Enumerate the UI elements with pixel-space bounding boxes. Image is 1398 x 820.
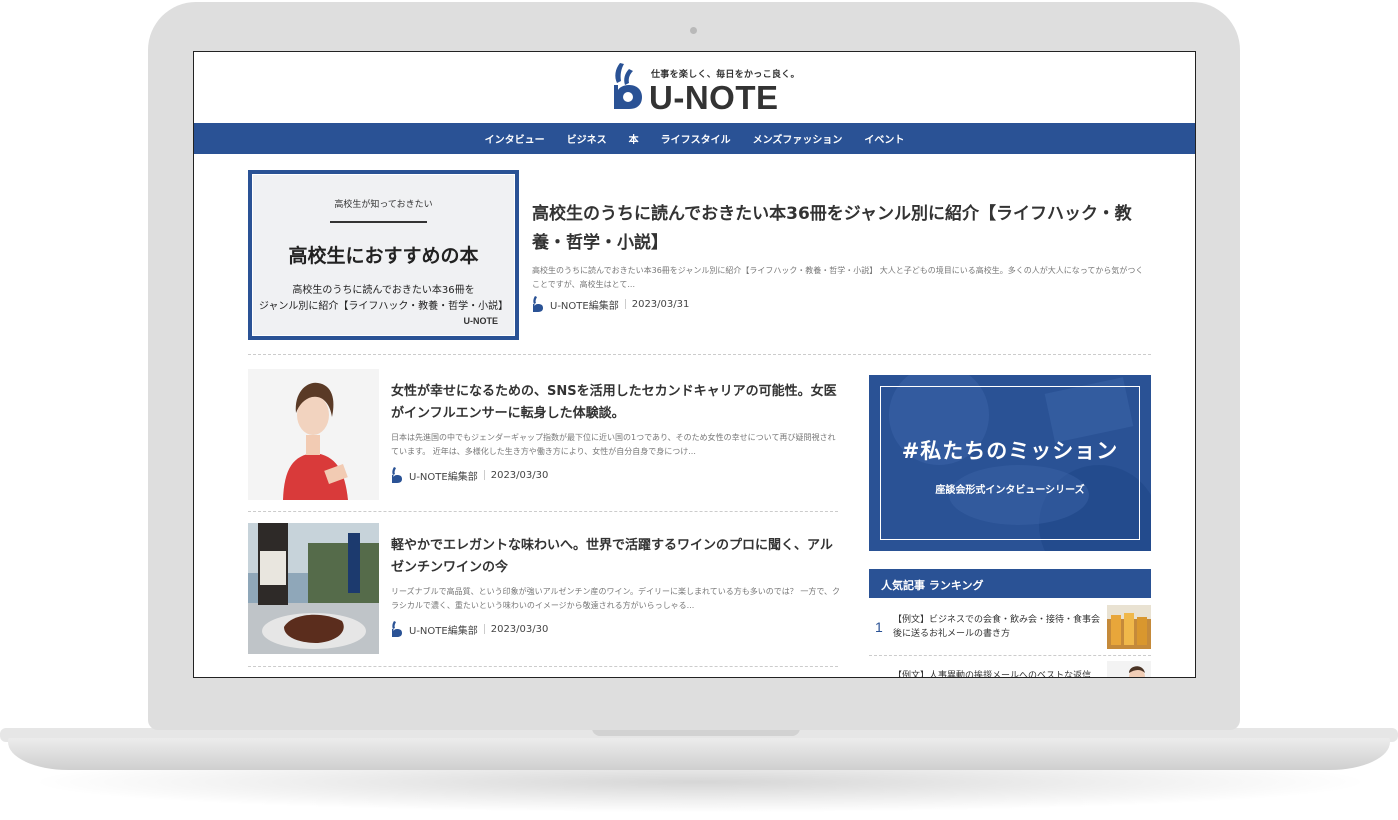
site-header: 仕事を楽しく、毎日をかっこ良く。 U-NOTE [194, 52, 1195, 123]
nav-item-books[interactable]: 本 [629, 131, 639, 146]
ranking-thumbnail[interactable] [1107, 661, 1151, 677]
ranking-item[interactable]: 1 【例文】ビジネスでの会食・飲み会・接待・食事会後に送るお礼メールの書き方 [869, 605, 1151, 653]
author-logo-icon [392, 621, 402, 637]
site-logo[interactable]: 仕事を楽しく、毎日をかっこ良く。 U-NOTE [611, 61, 800, 116]
rabbit-logo-icon [614, 63, 642, 109]
article-title[interactable]: 軽やかでエレガントな味わいへ。世界で活躍するワインのプロに聞く、アルゼンチンワイ… [391, 535, 841, 579]
article-card[interactable]: 軽やかでエレガントな味わいへ。世界で活躍するワインのプロに聞く、アルゼンチンワイ… [248, 523, 841, 654]
article-excerpt: リーズナブルで高品質、という印象が強いアルゼンチン産のワイン。デイリーに楽しまれ… [391, 587, 841, 610]
author-name[interactable]: U-NOTE編集部 [409, 468, 478, 483]
site-name: U-NOTE [649, 79, 779, 116]
ranking-number: 2 [875, 675, 883, 677]
article-title[interactable]: 女性が幸せになるための、SNSを活用したセカンドキャリアの可能性。女医がインフル… [391, 381, 841, 425]
ranking-title[interactable]: 【例文】人事異動の挨拶メールへのベストな返信 [893, 669, 1101, 677]
thumb-headline: 高校生におすすめの本 [288, 245, 479, 267]
nav-item-interview[interactable]: インタビュー [485, 131, 545, 146]
laptop-base [8, 738, 1390, 770]
author-logo-icon [392, 467, 402, 483]
meta-separator [624, 299, 626, 309]
thumb-logo: U-NOTE [463, 316, 499, 326]
article-thumbnail[interactable] [248, 523, 379, 654]
meta-separator [483, 624, 485, 634]
ranking-item[interactable]: 2 【例文】人事異動の挨拶メールへのベストな返信 [869, 661, 1151, 677]
nav-item-lifestyle[interactable]: ライフスタイル [661, 131, 731, 146]
beer-glasses-photo [1107, 605, 1151, 649]
stage: 仕事を楽しく、毎日をかっこ良く。 U-NOTE インタビュー ビジネス 本 ライ… [0, 0, 1398, 820]
nav-item-business[interactable]: ビジネス [567, 131, 607, 146]
divider [248, 354, 1151, 355]
author-name[interactable]: U-NOTE編集部 [409, 622, 478, 637]
post-date: 2023/03/30 [490, 623, 549, 635]
divider [248, 666, 838, 667]
thumb-subline-1: 高校生のうちに読んでおきたい本36冊を [292, 285, 475, 296]
wine-and-steak-photo [248, 523, 379, 654]
thumb-subline-2: ジャンル別に紹介【ライフハック・教養・哲学・小説】 [258, 301, 509, 312]
post-date: 2023/03/31 [631, 298, 690, 310]
thumb-kicker: 高校生が知っておきたい [334, 200, 433, 210]
camera-icon [690, 27, 697, 34]
woman-portrait-photo [248, 369, 379, 500]
featured-title[interactable]: 高校生のうちに読んでおきたい本36冊をジャンル別に紹介【ライフハック・教養・哲学… [532, 200, 1142, 258]
post-date: 2023/03/30 [490, 469, 549, 481]
nav-item-events[interactable]: イベント [864, 131, 904, 146]
article-meta: U-NOTE編集部 2023/03/30 [391, 467, 548, 483]
nav-item-mens-fashion[interactable]: メンズファッション [753, 131, 843, 146]
thumb-divider [330, 221, 427, 223]
ranking-heading: 人気記事 ランキング [869, 569, 1151, 598]
banner-title: #私たちのミッション [901, 439, 1119, 463]
featured-thumbnail[interactable]: 高校生が知っておきたい 高校生におすすめの本 高校生のうちに読んでおきたい本36… [248, 170, 519, 340]
article-meta: U-NOTE編集部 2023/03/30 [391, 621, 548, 637]
featured-excerpt: 高校生のうちに読んでおきたい本36冊をジャンル別に紹介【ライフハック・教養・哲学… [532, 266, 1144, 289]
author-name[interactable]: U-NOTE編集部 [550, 297, 619, 312]
featured-thumbnail-card: 高校生が知っておきたい 高校生におすすめの本 高校生のうちに読んでおきたい本36… [252, 174, 515, 336]
author-logo-icon [533, 296, 543, 312]
featured-meta: U-NOTE編集部 2023/03/31 [532, 296, 689, 312]
article-excerpt: 日本は先進国の中でもジェンダーギャップ指数が最下位に近い国の1つであり、そのため… [391, 433, 836, 456]
main-nav: インタビュー ビジネス 本 ライフスタイル メンズファッション イベント [194, 123, 1195, 154]
ranking-title[interactable]: 【例文】ビジネスでの会食・飲み会・接待・食事会後に送るお礼メールの書き方 [893, 613, 1101, 641]
mission-banner[interactable]: #私たちのミッション 座談会形式インタビューシリーズ [869, 375, 1151, 551]
person-photo [1107, 661, 1151, 677]
divider [869, 655, 1151, 656]
article-card[interactable]: 女性が幸せになるための、SNSを活用したセカンドキャリアの可能性。女医がインフル… [248, 369, 838, 500]
browser-screen: 仕事を楽しく、毎日をかっこ良く。 U-NOTE インタビュー ビジネス 本 ライ… [193, 51, 1196, 678]
meta-separator [483, 470, 485, 480]
article-thumbnail[interactable] [248, 369, 379, 500]
divider [248, 511, 838, 512]
banner-subtitle: 座談会形式インタビューシリーズ [935, 485, 1085, 496]
ranking-number: 1 [875, 619, 883, 635]
ranking-thumbnail[interactable] [1107, 605, 1151, 649]
featured-article[interactable]: 高校生が知っておきたい 高校生におすすめの本 高校生のうちに読んでおきたい本36… [248, 170, 1151, 340]
